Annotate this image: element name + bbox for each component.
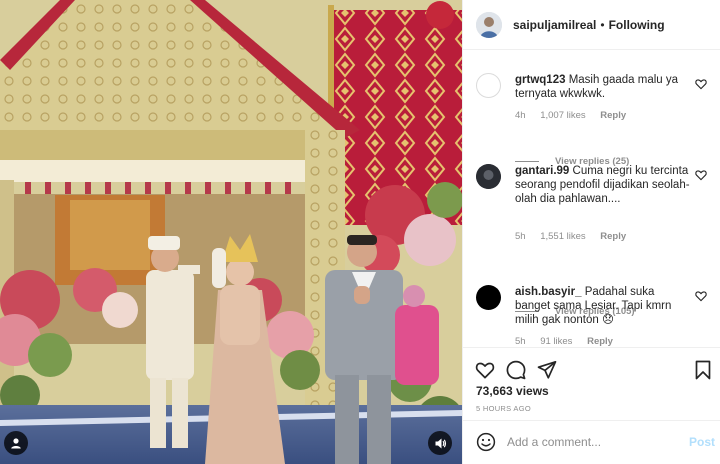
comments-list[interactable]: grtwq123 Masih gaada malu ya ternyata wk… [463, 51, 720, 347]
comment-body: aish.basyir_ Padahal suka banget sama Le… [515, 285, 691, 327]
comment-reply-button[interactable]: Reply [587, 336, 613, 347]
bookmark-icon[interactable] [693, 360, 713, 380]
author-username[interactable]: saipuljamilreal [513, 18, 596, 32]
comment-username[interactable]: aish.basyir_ [515, 286, 581, 298]
comment-username[interactable]: gantari.99 [515, 165, 569, 177]
add-comment-bar: Post [463, 420, 720, 464]
comment-input[interactable] [507, 433, 677, 451]
comment-meta: 4h 1,007 likes Reply [515, 110, 638, 121]
comment-icon[interactable] [506, 360, 526, 380]
heart-icon[interactable] [475, 360, 495, 380]
commenter-avatar[interactable] [476, 285, 501, 310]
views-count[interactable]: 73,663 views [476, 384, 549, 398]
author-avatar-image [476, 11, 502, 38]
comment-username[interactable]: grtwq123 [515, 74, 566, 86]
video-frame [0, 0, 462, 464]
comment-body: gantari.99 Cuma negri ku tercinta seoran… [515, 164, 691, 206]
comment-time[interactable]: 5h [515, 231, 526, 242]
commenter-avatar[interactable] [476, 164, 501, 189]
comment-meta: 5h 1,551 likes Reply [515, 231, 638, 242]
comment-meta: 5h 91 likes Reply [515, 336, 625, 347]
comment-time[interactable]: 4h [515, 110, 526, 121]
comment-likes[interactable]: 1,551 likes [540, 231, 585, 242]
following-button[interactable]: Following [609, 18, 665, 32]
comment-emoji: 😞 [601, 314, 614, 326]
comment-reply-button[interactable]: Reply [600, 110, 626, 121]
replies-divider [515, 161, 539, 162]
header-separator: • [600, 17, 605, 32]
comment-reply-button[interactable]: Reply [600, 231, 626, 242]
comment-body: grtwq123 Masih gaada malu ya ternyata wk… [515, 73, 691, 101]
post-video[interactable] [0, 0, 462, 464]
post-sidebar: saipuljamilreal • Following grtwq123 Mas… [462, 0, 720, 464]
comment-heart-icon[interactable] [695, 78, 707, 90]
comment-heart-icon[interactable] [695, 169, 707, 181]
post-header: saipuljamilreal • Following [463, 0, 720, 50]
paper-plane-icon[interactable] [537, 360, 557, 380]
comment-likes[interactable]: 91 likes [540, 336, 572, 347]
speaker-icon [435, 438, 446, 448]
author-avatar[interactable] [476, 11, 502, 38]
video-sound-button[interactable] [428, 431, 452, 455]
user-icon [11, 438, 21, 449]
smiley-icon[interactable] [476, 432, 496, 452]
post-timestamp[interactable]: 5 HOURS AGO [476, 404, 531, 413]
post-actions: 73,663 views 5 HOURS AGO [463, 347, 720, 417]
post-comment-button[interactable]: Post [689, 435, 715, 449]
comment-likes[interactable]: 1,007 likes [540, 110, 585, 121]
commenter-avatar-image [476, 164, 501, 189]
comment-heart-icon[interactable] [695, 290, 707, 302]
video-user-tag-button[interactable] [4, 431, 28, 455]
comment-time[interactable]: 5h [515, 336, 526, 347]
commenter-avatar[interactable] [476, 73, 501, 98]
